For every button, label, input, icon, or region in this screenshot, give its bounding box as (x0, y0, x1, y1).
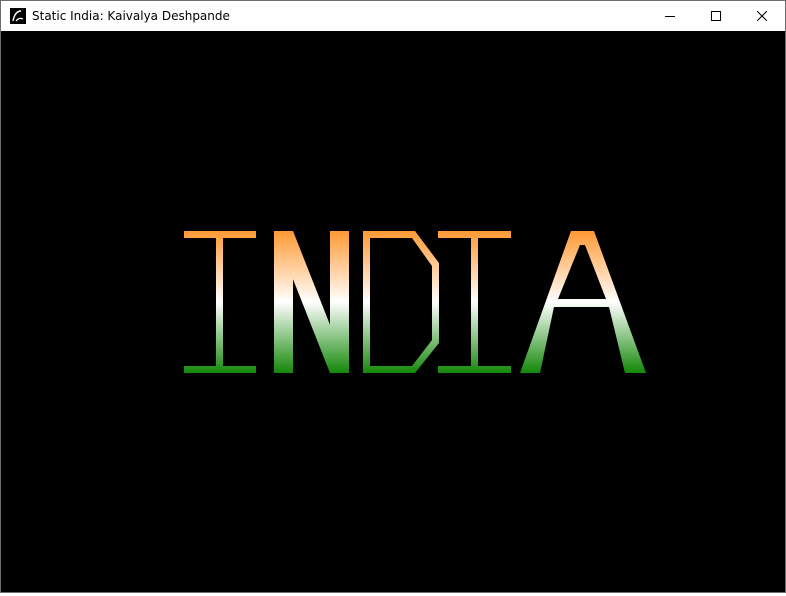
letter-i-first (184, 231, 256, 373)
india-scene (184, 231, 646, 373)
window-title: Static India: Kaivalya Deshpande (32, 9, 230, 23)
minimize-icon (665, 16, 675, 17)
close-button[interactable] (739, 1, 785, 31)
opengl-app-icon (10, 8, 26, 24)
letter-a (520, 231, 646, 373)
letter-n (274, 231, 349, 373)
render-canvas[interactable] (1, 31, 785, 592)
app-window: Static India: Kaivalya Deshpande (0, 0, 786, 593)
letter-i-second (438, 231, 511, 373)
title-bar[interactable]: Static India: Kaivalya Deshpande (1, 1, 785, 31)
close-icon (757, 11, 767, 21)
minimize-button[interactable] (647, 1, 693, 31)
maximize-icon (711, 11, 721, 21)
letter-d (363, 231, 439, 373)
maximize-button[interactable] (693, 1, 739, 31)
